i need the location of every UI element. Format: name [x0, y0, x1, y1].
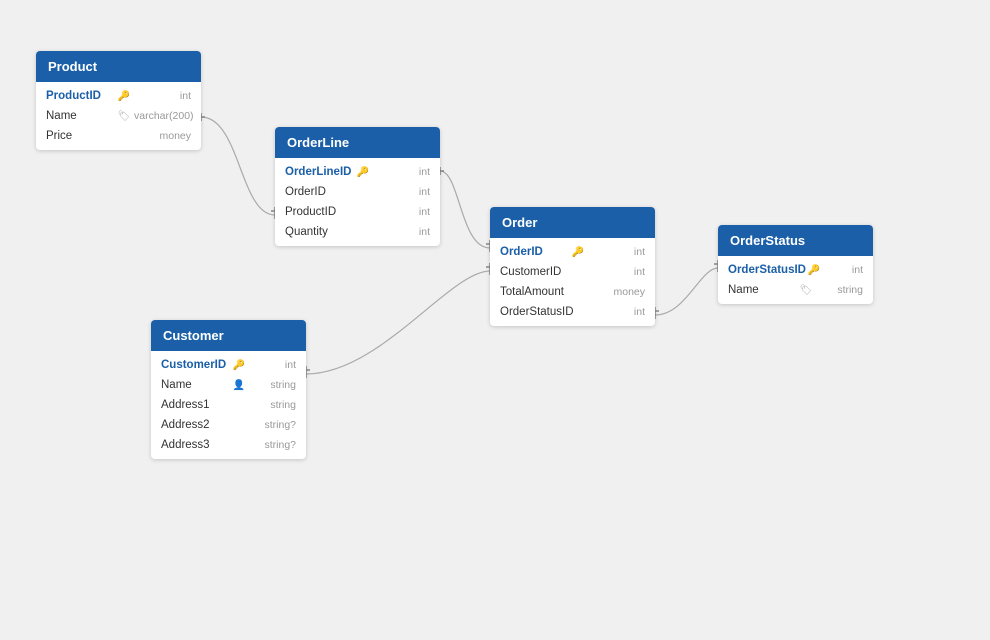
field-name: Quantity — [285, 226, 355, 238]
diagram-canvas: Product ProductID 🔑 int Name 🏷 varchar(2… — [0, 0, 990, 640]
field-type: money — [134, 130, 191, 142]
key-icon: 🔑 — [570, 247, 586, 258]
key-icon: 🔑 — [231, 360, 247, 371]
orderline-table[interactable]: OrderLine OrderLineID 🔑 int OrderID int … — [275, 127, 440, 246]
table-row: Price money — [36, 126, 201, 146]
field-type: string? — [249, 419, 296, 431]
field-name: OrderStatusID — [728, 264, 806, 276]
orderline-table-header: OrderLine — [275, 127, 440, 158]
field-name: ProductID — [285, 206, 355, 218]
table-row: Name 👤 string — [151, 375, 306, 395]
person-icon: 👤 — [231, 380, 247, 391]
product-table-header: Product — [36, 51, 201, 82]
field-name: OrderID — [285, 186, 355, 198]
table-row: Name 🏷 varchar(200) — [36, 106, 201, 126]
table-row: OrderStatusID int — [490, 302, 655, 322]
field-name: TotalAmount — [500, 286, 570, 298]
key-icon: 🔑 — [116, 91, 132, 102]
field-name: Address3 — [161, 439, 231, 451]
field-type: string — [249, 399, 296, 411]
table-row: OrderID 🔑 int — [490, 242, 655, 262]
table-row: Address2 string? — [151, 415, 306, 435]
customer-table-body: CustomerID 🔑 int Name 👤 string Address1 … — [151, 351, 306, 459]
key-icon: 🔑 — [355, 167, 371, 178]
field-name: Name — [46, 110, 116, 122]
field-type: int — [588, 246, 645, 258]
field-name: ProductID — [46, 90, 116, 102]
table-row: OrderStatusID 🔑 int — [718, 260, 873, 280]
field-type: int — [373, 226, 430, 238]
field-name: Address2 — [161, 419, 231, 431]
field-type: string — [249, 379, 296, 391]
table-row: OrderLineID 🔑 int — [275, 162, 440, 182]
table-row: TotalAmount money — [490, 282, 655, 302]
field-type: int — [373, 186, 430, 198]
table-row: Quantity int — [275, 222, 440, 242]
orderstatus-table-body: OrderStatusID 🔑 int Name 🏷 string — [718, 256, 873, 304]
field-type: int — [824, 264, 863, 276]
field-name: OrderID — [500, 246, 570, 258]
field-name: Name — [161, 379, 231, 391]
order-table-header: Order — [490, 207, 655, 238]
field-type: int — [592, 306, 646, 318]
order-table-body: OrderID 🔑 int CustomerID int TotalAmount… — [490, 238, 655, 326]
customer-table-header: Customer — [151, 320, 306, 351]
table-row: CustomerID int — [490, 262, 655, 282]
table-row: OrderID int — [275, 182, 440, 202]
table-row: ProductID 🔑 int — [36, 86, 201, 106]
table-row: Name 🏷 string — [718, 280, 873, 300]
field-name: CustomerID — [500, 266, 570, 278]
field-type: int — [134, 90, 191, 102]
table-row: Address1 string — [151, 395, 306, 415]
order-table[interactable]: Order OrderID 🔑 int CustomerID int Total… — [490, 207, 655, 326]
orderstatus-table-header: OrderStatus — [718, 225, 873, 256]
field-type: string? — [249, 439, 296, 451]
customer-table[interactable]: Customer CustomerID 🔑 int Name 👤 string … — [151, 320, 306, 459]
product-table[interactable]: Product ProductID 🔑 int Name 🏷 varchar(2… — [36, 51, 201, 150]
field-name: Address1 — [161, 399, 231, 411]
field-type: int — [373, 206, 430, 218]
tag-icon: 🏷 — [116, 111, 132, 122]
orderstatus-table[interactable]: OrderStatus OrderStatusID 🔑 int Name 🏷 s… — [718, 225, 873, 304]
field-name: OrderStatusID — [500, 306, 574, 318]
field-name: CustomerID — [161, 359, 231, 371]
field-name: Name — [728, 284, 798, 296]
field-name: Price — [46, 130, 116, 142]
product-table-body: ProductID 🔑 int Name 🏷 varchar(200) Pric… — [36, 82, 201, 150]
field-type: int — [373, 166, 430, 178]
orderline-table-body: OrderLineID 🔑 int OrderID int ProductID … — [275, 158, 440, 246]
key-icon: 🔑 — [806, 265, 822, 276]
field-name: OrderLineID — [285, 166, 355, 178]
field-type: string — [816, 284, 863, 296]
table-row: ProductID int — [275, 202, 440, 222]
field-type: int — [249, 359, 296, 371]
field-type: int — [588, 266, 645, 278]
tag-icon: 🏷 — [798, 285, 814, 296]
table-row: CustomerID 🔑 int — [151, 355, 306, 375]
field-type: varchar(200) — [134, 110, 194, 122]
table-row: Address3 string? — [151, 435, 306, 455]
field-type: money — [588, 286, 645, 298]
